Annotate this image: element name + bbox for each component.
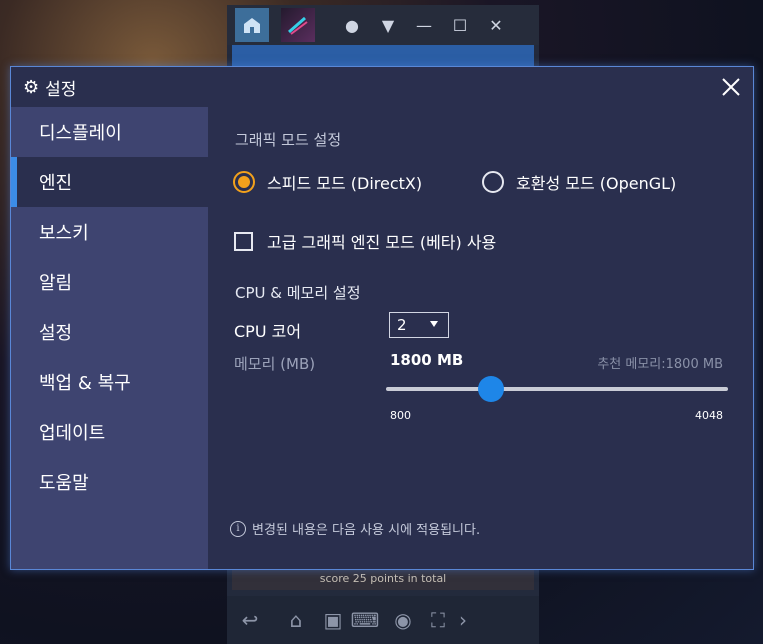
keyboard-icon[interactable]: ⌨ — [347, 608, 383, 632]
info-text: 변경된 내용은 다음 사용 시에 적용됩니다. — [252, 523, 481, 538]
info-icon: i — [230, 520, 246, 537]
sidebar-item-bosskey[interactable]: 보스키 — [11, 207, 208, 257]
dialog-title: 설정 — [45, 79, 77, 100]
settings-dialog: ⚙ 설정 디스플레이 엔진 보스키 알림 설정 백업 & 복구 업데이트 도움말… — [10, 66, 754, 570]
speed-mode-label: 스피드 모드 (DirectX) — [267, 174, 423, 193]
minimize-icon[interactable]: — — [409, 10, 439, 40]
sidebar-item-notifications[interactable]: 알림 — [11, 257, 208, 307]
menu-dropdown-icon[interactable]: ▼ — [373, 10, 403, 40]
back-icon[interactable]: ↩ — [227, 608, 273, 632]
checkbox[interactable] — [234, 231, 253, 251]
recommended-memory: 추천 메모리:1800 MB — [597, 357, 723, 372]
memory-value: 1800 MB — [390, 351, 464, 369]
eye-icon[interactable]: ◉ — [383, 608, 423, 632]
sidebar-item-display[interactable]: 디스플레이 — [11, 107, 208, 157]
chevron-down-icon — [430, 321, 438, 327]
graphics-mode-heading: 그래픽 모드 설정 — [235, 131, 342, 149]
chevron-right-icon[interactable]: › — [453, 608, 473, 632]
maximize-icon[interactable]: ☐ — [445, 10, 475, 40]
settings-sidebar: 디스플레이 엔진 보스키 알림 설정 백업 & 복구 업데이트 도움말 — [11, 107, 208, 569]
sidebar-item-update[interactable]: 업데이트 — [11, 407, 208, 457]
sidebar-item-engine[interactable]: 엔진 — [11, 157, 208, 207]
slider-min-label: 800 — [390, 409, 411, 422]
compat-mode-radio[interactable]: 호환성 모드 (OpenGL) — [482, 170, 676, 194]
slider-max-label: 4048 — [695, 409, 723, 422]
account-icon[interactable]: ● — [337, 10, 367, 40]
emulator-bottom-bar: ↩ ⌂ ▣ ⌨ ◉ ⛶ › — [227, 596, 539, 644]
cpu-core-select[interactable]: 2 — [389, 312, 449, 338]
fullscreen-icon[interactable]: ⛶ — [423, 608, 453, 632]
close-icon — [722, 78, 740, 96]
radio-button-unchecked[interactable] — [482, 171, 504, 193]
radio-button-checked[interactable] — [233, 171, 255, 193]
emulator-toolbar: ● ▼ — ☐ ✕ — [227, 5, 539, 45]
game-tab[interactable] — [281, 8, 315, 42]
home-tab[interactable] — [235, 8, 269, 42]
sidebar-item-backup-restore[interactable]: 백업 & 복구 — [11, 357, 208, 407]
memory-slider-track[interactable] — [386, 387, 728, 391]
game-status-text: score 25 points in total — [232, 568, 534, 590]
sidebar-item-settings[interactable]: 설정 — [11, 307, 208, 357]
memory-slider-thumb[interactable] — [478, 376, 505, 402]
android-home-icon[interactable]: ⌂ — [273, 608, 319, 632]
lock-icon[interactable]: ▣ — [319, 608, 347, 632]
engine-settings-panel: 그래픽 모드 설정 스피드 모드 (DirectX) 호환성 모드 (OpenG… — [208, 107, 753, 569]
advanced-graphics-label: 고급 그래픽 엔진 모드 (베타) 사용 — [267, 233, 497, 252]
emulator-status-strip — [232, 45, 534, 67]
game-icon — [288, 16, 308, 35]
cpu-core-label: CPU 코어 — [234, 322, 302, 341]
close-window-icon[interactable]: ✕ — [481, 10, 511, 40]
speed-mode-radio[interactable]: 스피드 모드 (DirectX) — [233, 170, 422, 194]
compat-mode-label: 호환성 모드 (OpenGL) — [516, 174, 677, 193]
home-icon — [244, 18, 260, 33]
advanced-graphics-checkbox[interactable]: 고급 그래픽 엔진 모드 (베타) 사용 — [234, 229, 496, 253]
cpu-memory-heading: CPU & 메모리 설정 — [235, 284, 361, 302]
sidebar-item-help[interactable]: 도움말 — [11, 457, 208, 507]
close-button[interactable] — [717, 73, 745, 101]
gear-icon: ⚙ — [23, 76, 40, 98]
info-notice: i 변경된 내용은 다음 사용 시에 적용됩니다. — [230, 519, 480, 538]
memory-label: 메모리 (MB) — [234, 355, 316, 373]
dialog-titlebar: ⚙ 설정 — [11, 67, 753, 107]
cpu-core-value: 2 — [397, 316, 407, 334]
